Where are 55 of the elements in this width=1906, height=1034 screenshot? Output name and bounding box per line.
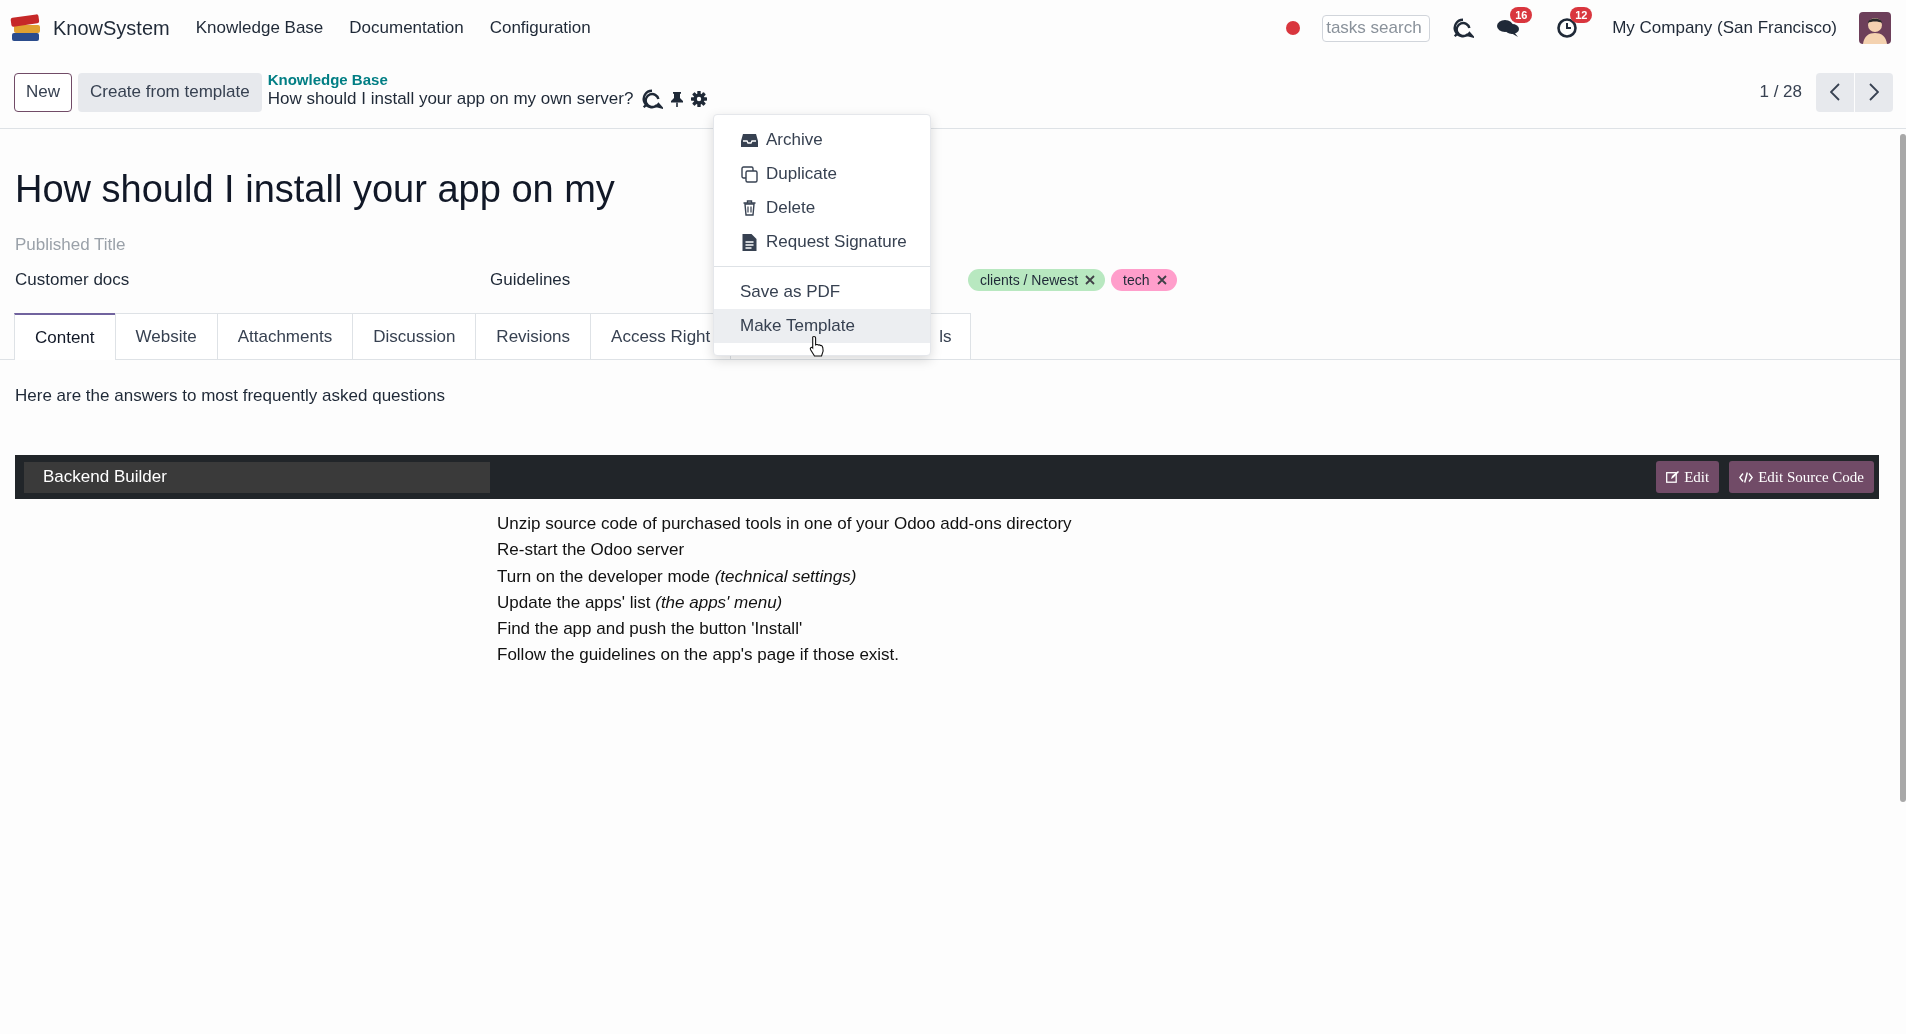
pencil-square-icon [1666,471,1680,483]
new-button[interactable]: New [14,72,72,112]
status-dot-icon[interactable] [1286,21,1301,35]
tag[interactable]: clients / Newest [968,269,1106,291]
instruction-line: Update the apps' list (the apps' menu) [497,591,784,614]
menu-item[interactable]: Documentation [349,18,464,38]
edit-source-code-button[interactable]: Edit Source Code [1729,461,1874,493]
menu-item[interactable]: Save as PDF [714,275,930,309]
code-icon [1739,471,1754,483]
menu-item[interactable]: Delete [714,191,930,225]
books-logo-icon[interactable] [10,13,43,43]
instruction-line: Turn on the developer mode (technical settings) [497,565,858,588]
chat-icon[interactable] [1496,17,1521,39]
avatar-icon[interactable] [1859,12,1891,44]
next-button[interactable] [1855,72,1893,112]
search-field[interactable]: tasks search [1322,14,1431,42]
menu-item[interactable]: Duplicate [714,157,930,191]
record-title: How should I install your app on my own server? [267,88,634,109]
chevron-right-icon [1869,83,1879,101]
pin-icon[interactable] [671,90,684,107]
previous-button[interactable] [1816,72,1854,112]
notification-badge: 16 [1510,7,1533,23]
clock-icon[interactable] [1556,17,1579,39]
section-field[interactable]: Customer docs [15,270,490,290]
menu-item[interactable]: Request Signature [714,225,930,259]
menu-item[interactable]: Archive [714,123,930,157]
document-icon [741,233,758,251]
tab[interactable]: Content [14,313,116,360]
instruction-line: Follow the guidelines on the app's page if those exist. [497,644,901,667]
scrollbar[interactable] [1900,134,1906,802]
gear-icon[interactable] [691,90,708,107]
menu-item[interactable]: Configuration [489,18,591,38]
menu-item[interactable]: Knowledge Base [195,18,324,38]
breadcrumb-link[interactable]: Knowledge Base [267,70,708,88]
tag[interactable]: tech [1111,269,1177,291]
instruction-line: Re-start the Odoo server [497,539,686,562]
company-switcher[interactable]: My Company (San Francisco) [1612,18,1837,38]
chevron-left-icon [1830,83,1840,101]
app-name[interactable]: KnowSystem [53,16,170,40]
swirl-icon[interactable] [1452,17,1475,39]
edit-button[interactable]: Edit [1656,461,1720,493]
copy-icon [741,165,758,183]
title-field[interactable]: Backend Builder [24,461,490,493]
inbox-icon [741,132,758,148]
instruction-line: Unzip source code of purchased tools in one of your Odoo add-ons directory [497,513,1073,535]
pager-counter: 1 / 28 [1759,82,1802,102]
remove-tag-icon[interactable] [1085,275,1096,285]
swirl-icon[interactable] [641,87,664,110]
remove-tag-icon[interactable] [1156,275,1167,285]
create-from-template-button[interactable]: Create from template [78,72,262,112]
menu-item[interactable]: Make Template [714,309,930,343]
notification-badge: 12 [1570,7,1593,23]
instruction-line: Find the app and push the button 'Install' [497,618,804,641]
trash-icon [741,200,758,216]
intro-text: Here are the answers to most frequently asked questions [15,386,446,406]
